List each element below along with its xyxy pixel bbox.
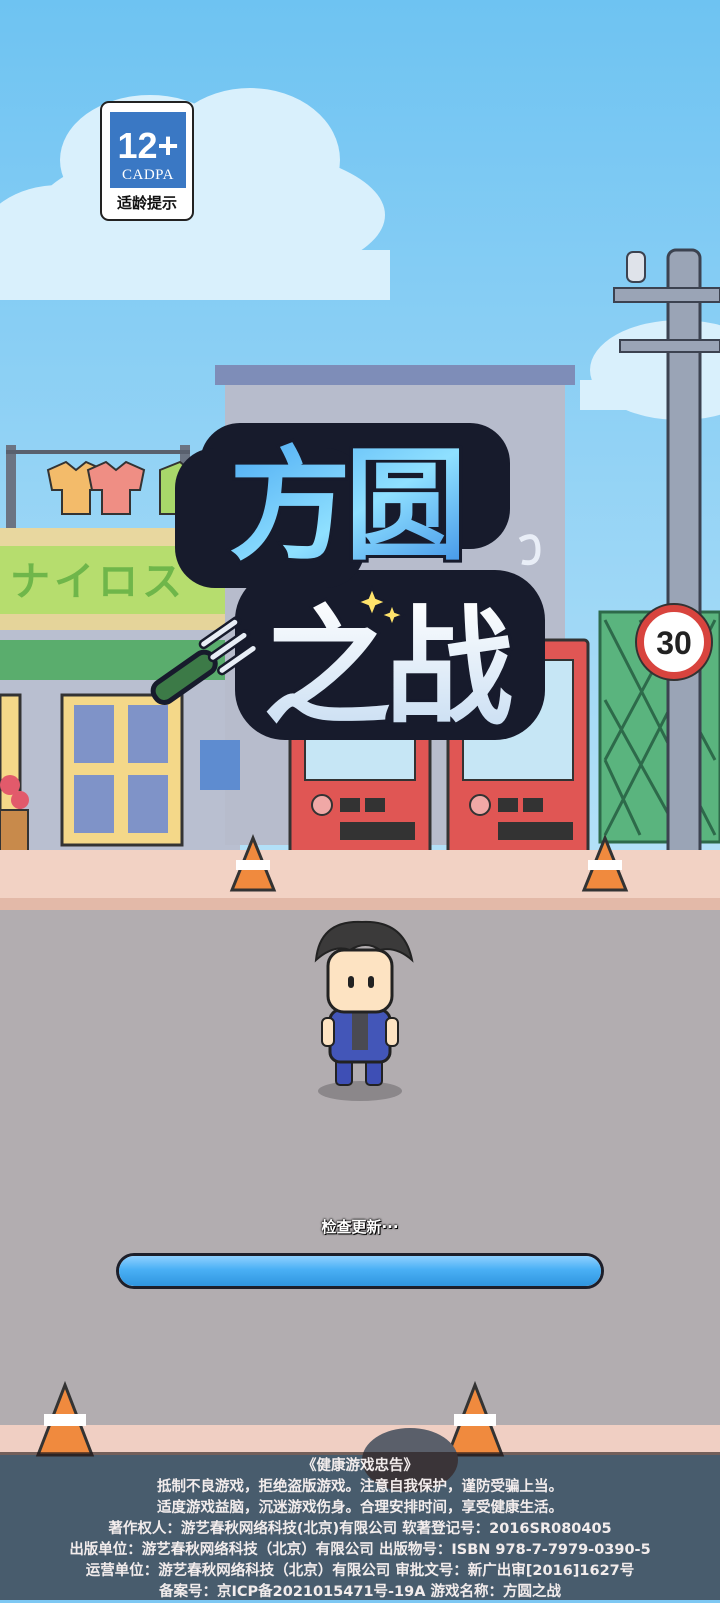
loading-progress-bar — [116, 1253, 604, 1289]
loading-progress-fill — [119, 1256, 601, 1286]
rating-org-text: CADPA — [122, 167, 174, 183]
shop-sign-text: ナイロス — [10, 559, 186, 605]
notice-line: 抵制不良游戏，拒绝盗版游戏。注意自我保护，谨防受骗上当。 — [157, 1479, 563, 1495]
game-background-scene: ナイロス 30 方圆 之战 — [0, 0, 720, 1492]
logo-line1-text: 方圆 — [229, 435, 461, 577]
notice-line: 著作权人：游艺春秋网络科技(北京)有限公司 软著登记号：2016SR080405 — [108, 1521, 612, 1537]
age-hint-text: 适龄提示 — [116, 194, 177, 212]
age-rating-box: 12+ CADPA — [110, 112, 186, 188]
age-rating-badge: 12+ CADPA 适龄提示 — [100, 101, 194, 221]
health-game-notice: 《健康游戏忠告》 抵制不良游戏，拒绝盗版游戏。注意自我保护，谨防受骗上当。 适度… — [0, 1452, 720, 1600]
loading-status-text: 检查更新··· — [321, 1218, 399, 1236]
age-rating-text: 12+ — [117, 125, 179, 166]
speed-limit-sign: 30 — [635, 603, 713, 681]
speed-limit-text: 30 — [656, 625, 692, 661]
notice-line: 出版单位：游艺春秋网络科技（北京）有限公司 出版物号：ISBN 978-7-79… — [69, 1542, 651, 1558]
notice-title: 《健康游戏忠告》 — [302, 1458, 418, 1474]
notice-line: 适度游戏益脑，沉迷游戏伤身。合理安排时间，享受健康生活。 — [157, 1500, 563, 1516]
notice-line: 运营单位：游艺春秋网络科技（北京）有限公司 审批文号：新广出审[2016]162… — [85, 1563, 635, 1579]
